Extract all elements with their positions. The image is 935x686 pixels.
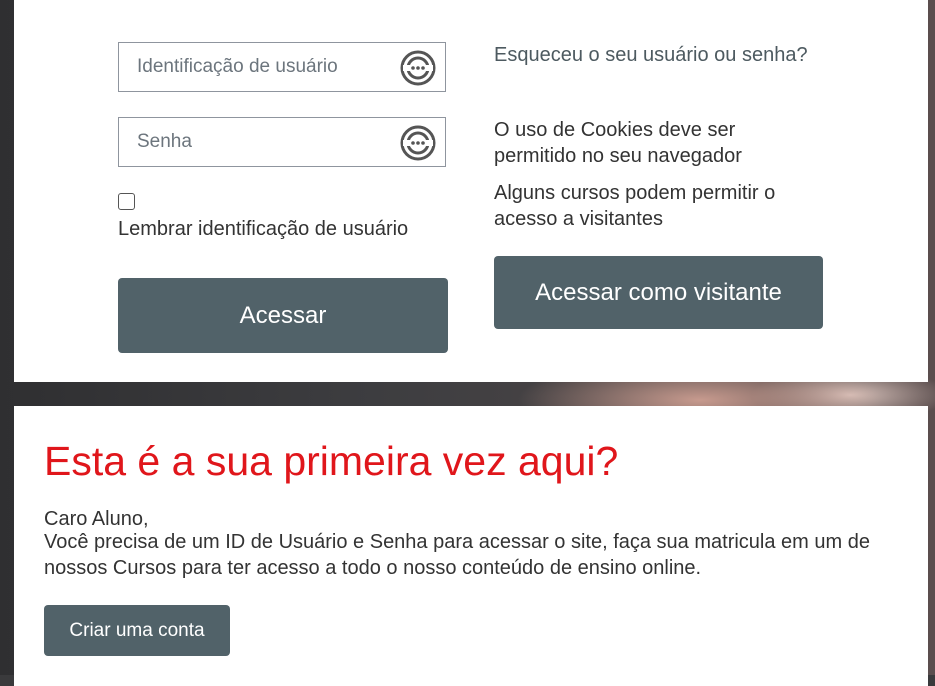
- username-input[interactable]: [119, 43, 407, 91]
- password-field[interactable]: [118, 117, 446, 167]
- signup-message: Você precisa de um ID de Usuário e Senha…: [44, 531, 870, 579]
- create-account-button[interactable]: Criar uma conta: [44, 605, 230, 656]
- guest-access-notice: Alguns cursos podem permitir o acesso a …: [494, 182, 776, 230]
- password-manager-icon[interactable]: [400, 125, 436, 161]
- signup-card: Esta é a sua primeira vez aqui? Caro Alu…: [14, 406, 928, 686]
- forgot-credentials-link[interactable]: Esqueceu o seu usuário ou senha?: [494, 42, 814, 68]
- password-input[interactable]: [119, 118, 407, 166]
- login-button[interactable]: Acessar: [118, 278, 448, 353]
- guest-login-button[interactable]: Acessar como visitante: [494, 256, 823, 329]
- remember-username-checkbox[interactable]: [118, 193, 135, 210]
- remember-username-label[interactable]: Lembrar identificação de usuário: [118, 218, 408, 241]
- username-field[interactable]: [118, 42, 446, 92]
- signup-title: Esta é a sua primeira vez aqui?: [44, 438, 619, 484]
- password-manager-icon[interactable]: [400, 50, 436, 86]
- cookies-notice: O uso de Cookies deve ser permitido no s…: [494, 119, 742, 167]
- login-card: Lembrar identificação de usuário Acessar…: [14, 0, 928, 382]
